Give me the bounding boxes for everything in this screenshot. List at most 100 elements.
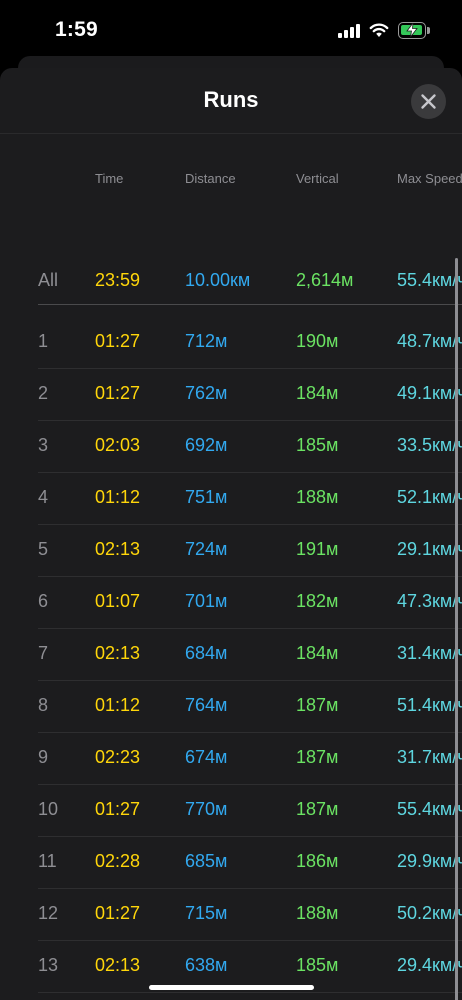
summary-divider: [38, 304, 462, 305]
run-max-speed: 47.3км/ч: [397, 591, 462, 611]
run-vertical: 187м: [296, 695, 339, 715]
run-index: 5: [38, 539, 49, 559]
run-index: 2: [38, 383, 49, 403]
run-distance: 770м: [185, 799, 228, 819]
run-time: 01:27: [95, 383, 141, 403]
run-index: 6: [38, 591, 49, 611]
runs-table[interactable]: Time Distance Vertical Max Speed All 23:…: [0, 134, 462, 1000]
run-distance: 692м: [185, 435, 228, 455]
run-distance: 674м: [185, 747, 228, 767]
run-distance: 701м: [185, 591, 228, 611]
page-title: Runs: [203, 87, 259, 112]
summary-time: 23:59: [95, 270, 141, 290]
run-time: 01:27: [95, 799, 141, 819]
run-distance: 762м: [185, 383, 228, 403]
run-max-speed: 29.9км/ч: [397, 851, 462, 871]
screen: 1:59 Runs Time Distance Vertical Max Spe…: [0, 0, 462, 1000]
status-time: 1:59: [55, 18, 98, 41]
run-index: 4: [38, 487, 49, 507]
summary-distance: 10.00км: [185, 270, 251, 290]
run-time: 02:13: [95, 955, 141, 975]
run-distance: 712м: [185, 331, 228, 351]
run-index: 12: [38, 903, 59, 923]
run-max-speed: 29.4км/ч: [397, 955, 462, 975]
sheet-header: Runs: [0, 68, 462, 134]
run-vertical: 182м: [296, 591, 339, 611]
run-index: 13: [38, 955, 59, 975]
run-max-speed: 29.1км/ч: [397, 539, 462, 559]
table-row[interactable]: 12 01:27 715м 188м 50.2км/ч: [0, 888, 462, 940]
run-time: 01:27: [95, 331, 141, 351]
scrollbar[interactable]: [455, 258, 458, 1000]
table-row[interactable]: 1401:07726м183м50.9км/ч: [0, 992, 462, 1000]
close-button[interactable]: [411, 84, 446, 119]
run-vertical: 187м: [296, 799, 339, 819]
run-index: 7: [38, 643, 49, 663]
table-row[interactable]: 3 02:03 692м 185м 33.5км/ч: [0, 420, 462, 472]
run-time: 01:12: [95, 487, 141, 507]
run-vertical: 190м: [296, 331, 339, 351]
run-time: 02:23: [95, 747, 141, 767]
run-max-speed: 51.4км/ч: [397, 695, 462, 715]
run-max-speed: 31.4км/ч: [397, 643, 462, 663]
column-header-distance: Distance: [185, 171, 236, 186]
column-header-max-speed: Max Speed: [397, 171, 462, 186]
table-row[interactable]: 2 01:27 762м 184м 49.1км/ч: [0, 368, 462, 420]
column-header-vertical: Vertical: [296, 171, 339, 186]
run-time: 02:13: [95, 539, 141, 559]
run-max-speed: 33.5км/ч: [397, 435, 462, 455]
run-vertical: 184м: [296, 643, 339, 663]
table-row[interactable]: 8 01:12 764м 187м 51.4км/ч: [0, 680, 462, 732]
run-index: 1: [38, 331, 49, 351]
wifi-icon: [369, 22, 389, 38]
run-time: 02:13: [95, 643, 141, 663]
run-distance: 764м: [185, 695, 228, 715]
run-vertical: 187м: [296, 747, 339, 767]
run-max-speed: 55.4км/ч: [397, 799, 462, 819]
run-vertical: 184м: [296, 383, 339, 403]
run-vertical: 188м: [296, 487, 339, 507]
run-vertical: 191м: [296, 539, 339, 559]
summary-label: All: [38, 270, 59, 290]
run-max-speed: 50.2км/ч: [397, 903, 462, 923]
column-header-time: Time: [95, 171, 124, 186]
table-row[interactable]: 4 01:12 751м 188м 52.1км/ч: [0, 472, 462, 524]
run-index: 8: [38, 695, 49, 715]
run-time: 01:12: [95, 695, 141, 715]
run-index: 11: [38, 851, 57, 871]
run-time: 01:27: [95, 903, 141, 923]
run-vertical: 185м: [296, 955, 339, 975]
run-max-speed: 49.1км/ч: [397, 383, 462, 403]
run-index: 3: [38, 435, 49, 455]
table-row[interactable]: 9 02:23 674м 187м 31.7км/ч: [0, 732, 462, 784]
run-distance: 638м: [185, 955, 228, 975]
run-max-speed: 52.1км/ч: [397, 487, 462, 507]
table-row[interactable]: 7 02:13 684м 184м 31.4км/ч: [0, 628, 462, 680]
run-distance: 685м: [185, 851, 228, 871]
run-index: 10: [38, 799, 59, 819]
table-row[interactable]: 6 01:07 701м 182м 47.3км/ч: [0, 576, 462, 628]
run-vertical: 186м: [296, 851, 339, 871]
home-indicator[interactable]: [149, 985, 314, 990]
runs-sheet: Runs Time Distance Vertical Max Speed Al…: [0, 68, 462, 1000]
run-vertical: 188м: [296, 903, 339, 923]
table-row[interactable]: 10 01:27 770м 187м 55.4км/ч: [0, 784, 462, 836]
run-distance: 724м: [185, 539, 228, 559]
run-distance: 684м: [185, 643, 228, 663]
run-time: 01:07: [95, 591, 141, 611]
table-row[interactable]: 5 02:13 724м 191м 29.1км/ч: [0, 524, 462, 576]
run-max-speed: 48.7км/ч: [397, 331, 462, 351]
run-vertical: 185м: [296, 435, 339, 455]
status-bar: 1:59: [0, 0, 462, 60]
run-distance: 715м: [185, 903, 228, 923]
run-max-speed: 31.7км/ч: [397, 747, 462, 767]
summary-row: All 23:59 10.00км 2,614м 55.4км/ч: [0, 264, 462, 316]
summary-vertical: 2,614м: [296, 270, 354, 290]
battery-charging-icon: [398, 22, 430, 39]
run-distance: 751м: [185, 487, 228, 507]
run-time: 02:03: [95, 435, 141, 455]
table-row[interactable]: 1 01:27 712м 190м 48.7км/ч: [0, 316, 462, 368]
run-index: 9: [38, 747, 49, 767]
summary-max-speed: 55.4км/ч: [397, 270, 462, 290]
table-row[interactable]: 11 02:28 685м 186м 29.9км/ч: [0, 836, 462, 888]
